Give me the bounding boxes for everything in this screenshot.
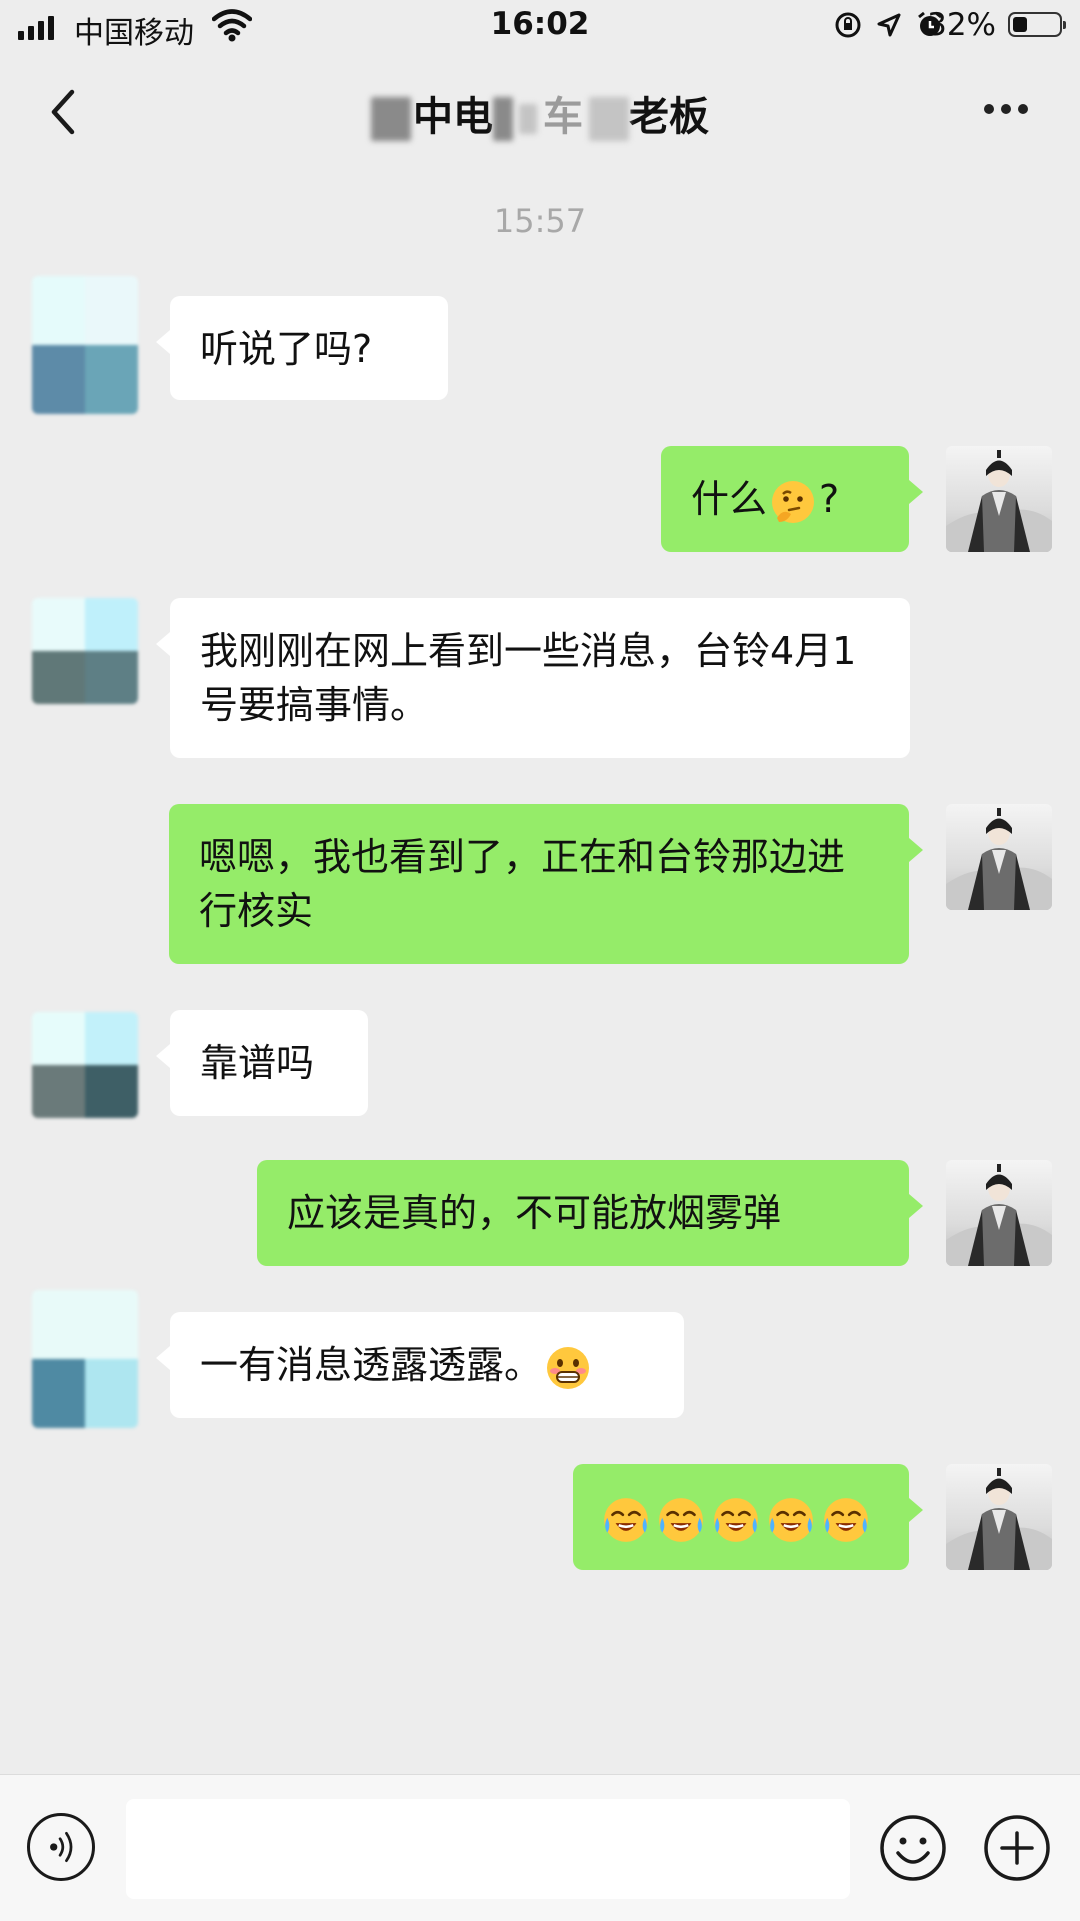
self-avatar-figure — [946, 808, 1052, 910]
message-bubble-incoming[interactable]: 靠谱吗 — [156, 1010, 368, 1116]
orientation-lock-icon — [835, 12, 861, 38]
loudly-laughing-face-emoji-icon — [604, 1497, 648, 1542]
redacted-title-block — [371, 97, 411, 141]
message-text: 一有消息透露透露。 — [200, 1343, 543, 1387]
contact-avatar[interactable] — [32, 1290, 138, 1428]
loudly-laughing-face-emoji-icon — [824, 1497, 868, 1542]
more-functions-button[interactable] — [982, 1813, 1052, 1883]
message-bubble-incoming[interactable]: 一有消息透露透露。 — [156, 1312, 684, 1418]
chat-header: 中电 车老板 — [0, 56, 1080, 166]
self-avatar[interactable] — [946, 1464, 1052, 1570]
message-bubble-outgoing[interactable]: 什么 ? — [661, 446, 923, 552]
message-bubble-incoming[interactable]: 听说了吗? — [156, 296, 448, 400]
message-input[interactable] — [126, 1799, 850, 1899]
wifi-icon — [212, 9, 252, 42]
redacted-title-block — [589, 97, 629, 141]
message-text-suffix: ? — [819, 477, 840, 521]
message-bubble-incoming[interactable]: 我刚刚在网上看到一些消息，台铃4月1号要搞事情。 — [156, 598, 910, 758]
message-bubble-outgoing[interactable]: 应该是真的，不可能放烟雾弹 — [257, 1160, 923, 1266]
message-text: 我刚刚在网上看到一些消息，台铃4月1号要搞事情。 — [200, 629, 857, 727]
message-text: 应该是真的，不可能放烟雾弹 — [287, 1191, 782, 1235]
status-bar: 中国移动 16:02 32% — [0, 0, 1080, 56]
message-text: 什么 — [691, 477, 768, 521]
message-bubble-outgoing[interactable]: 嗯嗯，我也看到了，正在和台铃那边进行核实 — [169, 804, 923, 964]
message-text: 嗯嗯，我也看到了，正在和台铃那边进行核实 — [199, 835, 846, 933]
chat-title-part: 老板 — [629, 94, 709, 140]
contact-avatar[interactable] — [32, 1012, 138, 1118]
carrier-name: 中国移动 — [74, 16, 194, 51]
voice-input-button[interactable] — [27, 1813, 95, 1881]
message-text: 听说了吗? — [200, 327, 373, 371]
message-bubble-outgoing[interactable] — [573, 1464, 923, 1570]
battery-icon — [1008, 12, 1066, 37]
laughing-emoji-row — [601, 1495, 871, 1542]
self-avatar[interactable] — [946, 446, 1052, 552]
thinking-face-emoji-icon — [772, 480, 815, 523]
battery-percent: 32% — [927, 7, 996, 43]
self-avatar[interactable] — [946, 804, 1052, 910]
self-avatar-figure — [946, 450, 1052, 552]
input-bar — [0, 1774, 1080, 1921]
location-icon — [877, 13, 901, 37]
chat-title-part: 中电 — [413, 94, 493, 140]
redacted-title-block — [519, 104, 537, 134]
self-avatar[interactable] — [946, 1160, 1052, 1266]
message-text: 靠谱吗 — [200, 1041, 315, 1085]
contact-avatar[interactable] — [32, 276, 138, 414]
self-avatar-figure — [946, 1164, 1052, 1266]
cellular-signal-icon — [18, 16, 54, 40]
more-options-button[interactable] — [984, 104, 1028, 114]
loudly-laughing-face-emoji-icon — [714, 1497, 758, 1542]
loudly-laughing-face-emoji-icon — [659, 1497, 703, 1542]
self-avatar-figure — [946, 1468, 1052, 1570]
loudly-laughing-face-emoji-icon — [769, 1497, 813, 1542]
contact-avatar[interactable] — [32, 598, 138, 704]
grimacing-face-emoji-icon — [547, 1346, 590, 1389]
chat-title: 中电 车老板 — [0, 84, 1080, 142]
emoji-picker-button[interactable] — [878, 1813, 948, 1883]
chat-title-part: 车 — [543, 94, 583, 140]
chat-timestamp: 15:57 — [493, 202, 587, 240]
redacted-title-block — [493, 97, 513, 141]
